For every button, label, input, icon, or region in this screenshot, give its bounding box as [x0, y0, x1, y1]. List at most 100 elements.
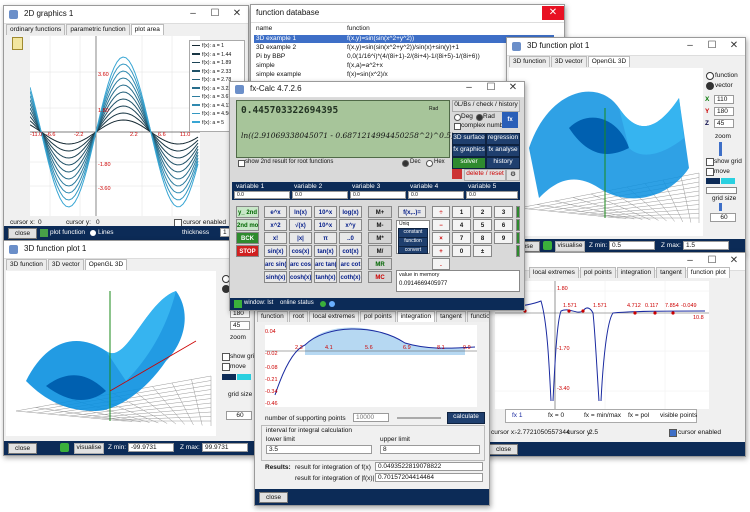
number-key[interactable]: 6: [494, 219, 513, 231]
x-angle-input[interactable]: 110: [714, 95, 734, 104]
tab-tangent[interactable]: tangent: [656, 267, 686, 278]
tab-3d-function[interactable]: 3D function: [509, 56, 550, 67]
close-icon[interactable]: ✕: [542, 6, 564, 20]
function-key[interactable]: cosh(x): [289, 271, 312, 283]
variable-input[interactable]: 0.0: [350, 191, 406, 199]
side-key[interactable]: [516, 206, 520, 218]
db-row-function[interactable]: f(x,a)=a^2+x: [347, 62, 383, 69]
surface-3d-button[interactable]: 3D surface: [452, 133, 486, 145]
tab-opengl[interactable]: OpenGL 3D: [587, 56, 631, 67]
tab-local-extremes[interactable]: local extremes: [308, 311, 359, 322]
show-grid-checkbox[interactable]: [222, 353, 230, 361]
function-key[interactable]: π: [314, 232, 337, 244]
variable-input[interactable]: 0.0: [234, 191, 290, 199]
close-button[interactable]: close: [489, 444, 519, 455]
move-checkbox[interactable]: [706, 168, 714, 176]
color-swatch-primary[interactable]: [222, 374, 236, 380]
dec-radio[interactable]: [402, 160, 409, 167]
deg-radio[interactable]: [454, 114, 461, 121]
function-key[interactable]: tan(x): [314, 245, 337, 257]
close-button[interactable]: close: [8, 443, 38, 454]
cursor-checkbox[interactable]: [669, 429, 677, 437]
db-row-function[interactable]: 0,0(1/16^i)*(4/(8i+1)-2/(8i+4)-1/(8i+5)-…: [347, 53, 480, 60]
move-checkbox[interactable]: [222, 363, 230, 371]
minimize-icon[interactable]: –: [182, 8, 204, 19]
tab-3d-vector[interactable]: 3D vector: [550, 56, 587, 67]
supporting-points-input[interactable]: 10000: [353, 413, 389, 422]
z-angle-input[interactable]: 45: [230, 321, 250, 330]
number-key[interactable]: 3: [494, 206, 513, 218]
memory-key[interactable]: M+: [368, 206, 392, 218]
function-key[interactable]: arc sin(x): [264, 258, 287, 270]
tab-3d-vector[interactable]: 3D vector: [47, 259, 84, 270]
solver-button[interactable]: solver: [452, 157, 486, 169]
memory-key[interactable]: M*: [368, 232, 392, 244]
function-key[interactable]: |x|: [289, 232, 312, 244]
number-key[interactable]: 0: [452, 245, 471, 257]
function-key[interactable]: arc cos(x): [289, 258, 312, 270]
function-key[interactable]: ..0: [339, 232, 362, 244]
function-key[interactable]: log(x): [339, 206, 362, 218]
notes-icon[interactable]: [12, 37, 23, 50]
memory-key[interactable]: MR: [368, 258, 392, 270]
lcd-display[interactable]: 0.445703322694395 Rad ln((2.910693380450…: [236, 100, 454, 158]
color-swatch-secondary[interactable]: [721, 178, 735, 184]
delete-reset-button[interactable]: delete / reset: [464, 169, 506, 181]
result-f-value[interactable]: 0.0493522819078822: [375, 462, 483, 471]
function-key[interactable]: ln(x): [289, 206, 312, 218]
surface-plot[interactable]: [6, 271, 216, 436]
hex-radio[interactable]: [426, 160, 433, 167]
complex-checkbox[interactable]: [454, 123, 461, 130]
function-key[interactable]: x^y: [339, 219, 362, 231]
tab-local-extremes[interactable]: local extremes: [529, 267, 579, 278]
tab-opengl[interactable]: OpenGL 3D: [84, 259, 128, 270]
tab-integration[interactable]: integration: [616, 267, 656, 278]
show2nd-checkbox[interactable]: [238, 160, 245, 167]
title-bar[interactable]: fx-Calc 4.7.2.6 – ☐ ✕: [230, 82, 524, 98]
number-key[interactable]: 2: [473, 206, 492, 218]
visualise-button[interactable]: visualise: [74, 443, 104, 454]
show-grid-checkbox[interactable]: [706, 158, 714, 166]
close-icon[interactable]: ✕: [723, 255, 745, 266]
title-bar[interactable]: function database ✕: [251, 5, 564, 23]
graphics-plot[interactable]: 3.60 1.80 -1.80 -3.60 -11.0 -6.6 -2.2 2.…: [30, 36, 200, 216]
side-key[interactable]: [516, 232, 520, 244]
y-angle-input[interactable]: 180: [714, 107, 734, 116]
tab-ordinary[interactable]: ordinary functions: [6, 24, 66, 35]
variable-input[interactable]: 0.0: [466, 191, 518, 199]
tab-plot-area[interactable]: plot area: [130, 24, 164, 35]
plot-function-button[interactable]: plot function: [50, 229, 85, 236]
tab-integration[interactable]: integration: [396, 311, 436, 322]
mode-button[interactable]: 0L/Bs / check / history: [452, 100, 520, 112]
operator-key[interactable]: +: [432, 245, 450, 257]
z-max-input[interactable]: 1.5: [683, 241, 729, 250]
memory-key[interactable]: M-: [368, 219, 392, 231]
db-row-function[interactable]: f(x,y)=sin(sin(x^2+y^2))/sin(x)+sin(y)+1: [347, 44, 459, 51]
calculate-button[interactable]: calculate: [447, 412, 485, 424]
fx-graphics-button[interactable]: fx graphics: [452, 145, 486, 157]
minimize-icon[interactable]: –: [458, 82, 480, 93]
function-key[interactable]: cos(x): [289, 245, 312, 257]
function-key[interactable]: e^x: [264, 206, 287, 218]
number-key[interactable]: 1: [452, 206, 471, 218]
integration-plot[interactable]: 0.04 -0.02 -0.08 -0.21 -0.34 -0.46 2.3 4…: [265, 325, 477, 407]
maximize-icon[interactable]: ☐: [204, 8, 226, 19]
rad-radio[interactable]: [476, 114, 483, 121]
tab-function-plot[interactable]: function plot: [466, 311, 489, 322]
function-key[interactable]: sin(x): [264, 245, 287, 257]
number-key[interactable]: 4: [452, 219, 471, 231]
function-key[interactable]: 10^x: [314, 219, 337, 231]
second-mode-key[interactable]: 2nd mode: [236, 219, 259, 231]
tab-parametric[interactable]: parametric function: [66, 24, 130, 35]
visualise-button[interactable]: visualise: [555, 241, 585, 252]
function-key[interactable]: tanh(x): [314, 271, 337, 283]
side-key[interactable]: [516, 245, 520, 257]
title-bar[interactable]: 2D graphics 1 – ☐ ✕: [4, 6, 248, 24]
vector-radio[interactable]: [706, 82, 714, 90]
z-min-input[interactable]: 0.5: [609, 241, 655, 250]
operator-key[interactable]: ×: [432, 232, 450, 244]
function-key[interactable]: sinh(x): [264, 271, 287, 283]
tab-root[interactable]: root: [288, 311, 308, 322]
db-row-name[interactable]: Pi by BBP: [256, 53, 285, 60]
fx-analyse-button[interactable]: fx analyse: [486, 145, 520, 157]
